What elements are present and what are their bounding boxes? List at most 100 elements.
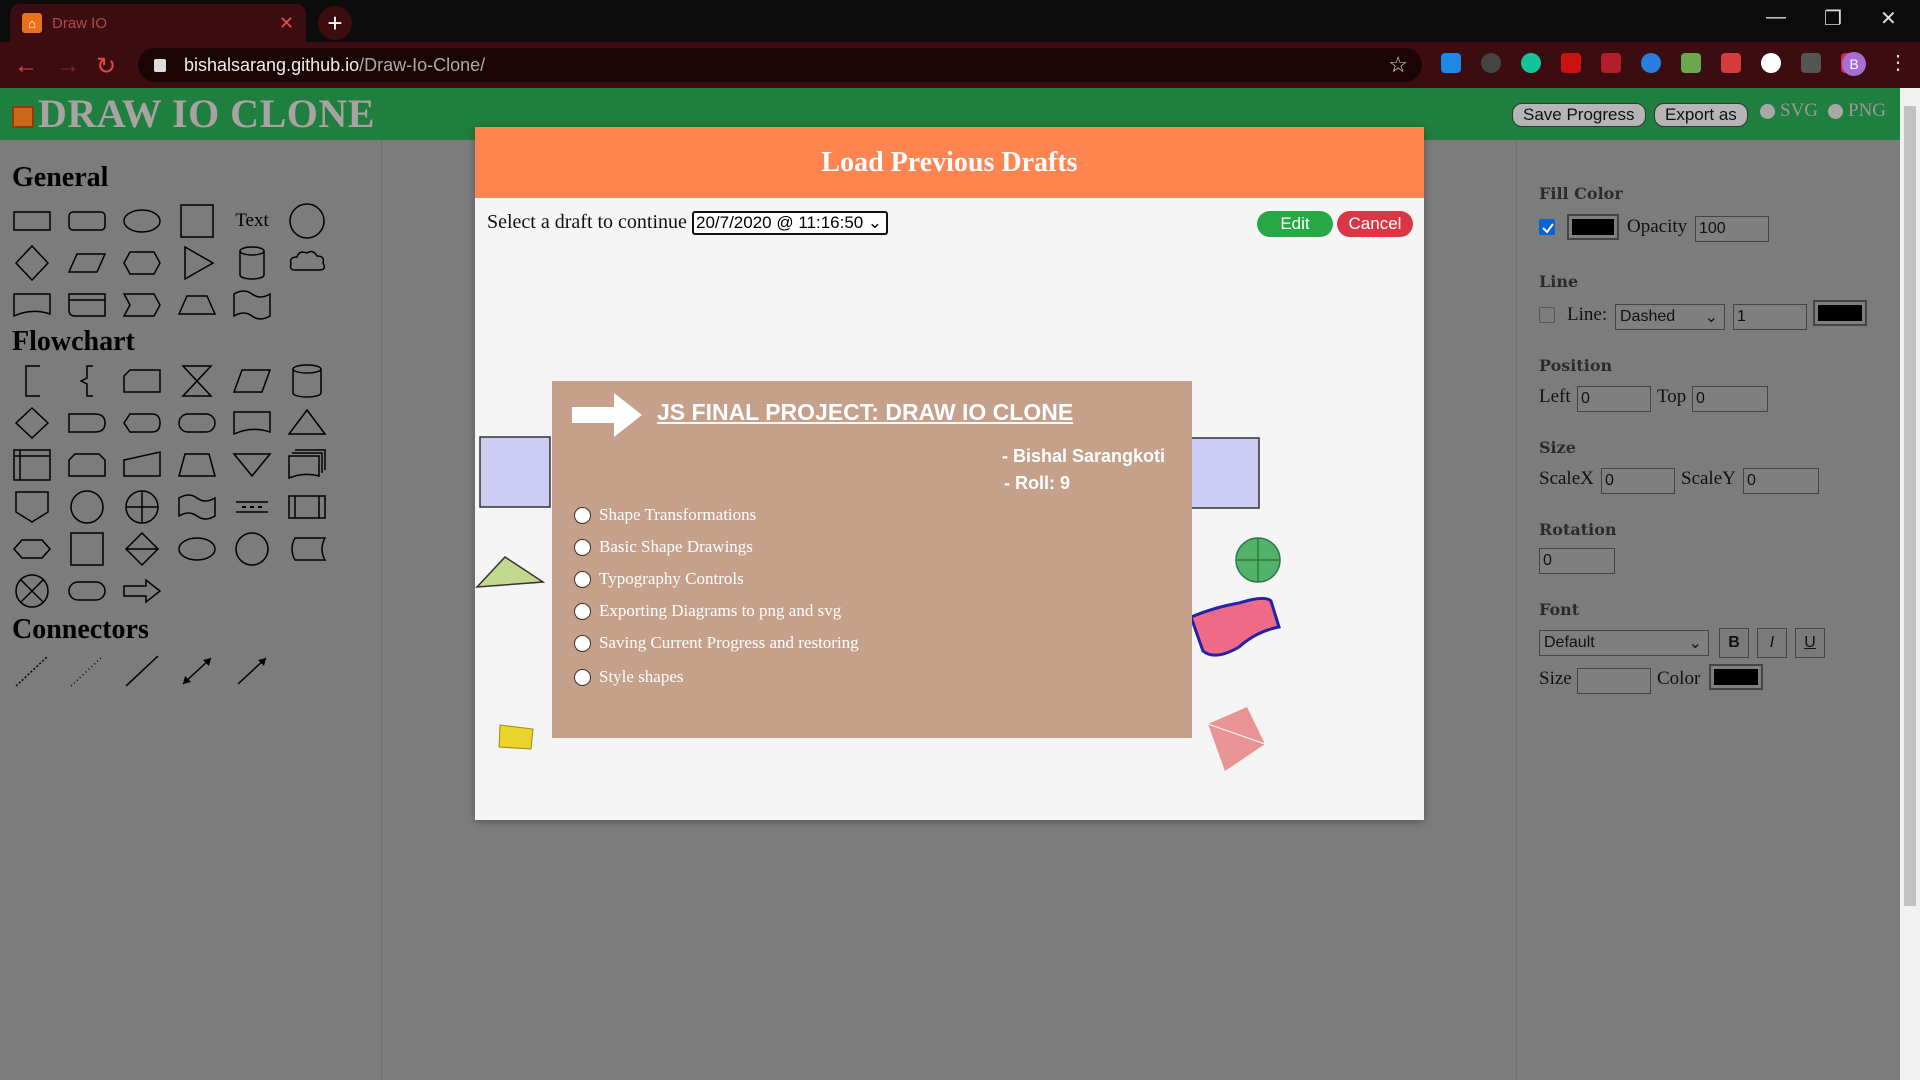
hexagon-shape[interactable] [120,244,164,282]
restore-icon[interactable]: ❐ [1824,6,1842,31]
summing-junction-shape[interactable] [10,572,54,610]
bookmark-star-icon[interactable]: ☆ [1388,52,1408,78]
ellipse-shape[interactable] [120,202,164,240]
export-svg-radio[interactable] [1760,104,1775,119]
minimize-icon[interactable]: — [1766,6,1786,29]
step-shape[interactable] [120,286,164,324]
rounded-rectangle-shape[interactable] [65,202,109,240]
underline-button[interactable]: U [1795,628,1825,658]
extract-shape[interactable] [285,404,329,442]
arrow-shape[interactable] [120,572,164,610]
paper-tape-shape[interactable] [175,488,219,526]
manual-input-shape[interactable] [120,446,164,484]
ublock-icon[interactable] [1601,53,1621,73]
back-icon[interactable]: ← [14,52,38,80]
opacity-input[interactable]: 100 [1695,216,1769,242]
display-shape[interactable] [120,404,164,442]
loop-limit-shape[interactable] [65,446,109,484]
data-shape[interactable] [230,362,274,400]
export-png-radio[interactable] [1828,104,1843,119]
rotation-input[interactable]: 0 [1539,548,1615,574]
merge-shape[interactable] [230,446,274,484]
close-tab-icon[interactable]: ✕ [279,13,294,34]
doc-shape[interactable] [230,404,274,442]
browser-tab[interactable]: ⌂ Draw IO ✕ [10,4,306,42]
terminal-shape[interactable] [65,572,109,610]
parallel-mode-shape[interactable] [230,488,274,526]
profile-avatar[interactable]: B [1842,52,1866,76]
extension-blue-icon[interactable] [1641,53,1661,73]
url-field[interactable]: bishalsarang.github.io/Draw-Io-Clone/ ☆ [138,48,1422,82]
dashed-line-connector[interactable] [65,652,109,690]
annotation-shape[interactable] [10,362,54,400]
diamond-shape[interactable] [10,244,54,282]
edit-button[interactable]: Edit [1257,211,1333,237]
top-input[interactable]: 0 [1692,386,1768,412]
decision-shape[interactable] [10,404,54,442]
process-shape[interactable] [65,530,109,568]
sort-shape[interactable] [120,530,164,568]
rectangle-shape[interactable] [10,202,54,240]
cloud-shape[interactable] [285,244,329,282]
browser-menu-icon[interactable]: ⋮ [1888,50,1908,75]
export-as-button[interactable]: Export as [1654,103,1748,127]
brace-shape[interactable] [65,362,109,400]
line-color-picker[interactable] [1813,300,1867,326]
close-window-icon[interactable]: ✕ [1880,6,1897,31]
extension-diamond-icon[interactable] [1761,53,1781,73]
reload-icon[interactable]: ↻ [96,52,116,81]
line-checkbox[interactable] [1539,307,1555,323]
extension-red-icon[interactable] [1561,53,1581,73]
tape-shape[interactable] [230,286,274,324]
extension-dots-icon[interactable] [1801,53,1821,73]
grammarly-icon[interactable] [1521,53,1541,73]
fill-color-picker[interactable] [1567,214,1619,240]
preparation-shape[interactable] [10,530,54,568]
collate-shape[interactable] [175,362,219,400]
scalex-input[interactable]: 0 [1601,468,1675,494]
font-family-select[interactable]: Default ⌄ [1539,630,1709,656]
start-ellipse-shape[interactable] [175,530,219,568]
square-shape[interactable] [175,202,219,240]
document-shape[interactable] [10,286,54,324]
extension-book-icon[interactable] [1721,53,1741,73]
triangle-shape[interactable] [175,244,219,282]
font-size-input[interactable] [1577,668,1651,694]
internal-storage-shape[interactable] [65,286,109,324]
left-input[interactable]: 0 [1577,386,1651,412]
terminator-shape[interactable] [175,404,219,442]
cancel-button[interactable]: Cancel [1337,211,1413,237]
multi-document-shape[interactable] [285,446,329,484]
text-shape[interactable]: Text [230,202,274,240]
card-shape[interactable] [120,362,164,400]
delay-shape[interactable] [65,404,109,442]
dotted-line-connector[interactable] [10,652,54,690]
fill-color-checkbox[interactable] [1539,219,1555,235]
italic-button[interactable]: I [1757,628,1787,658]
new-tab-button[interactable]: + [318,6,352,40]
line-width-input[interactable]: 1 [1733,304,1807,330]
extension-w-icon[interactable] [1481,53,1501,73]
predefined-process-shape[interactable] [285,488,329,526]
bold-button[interactable]: B [1719,628,1749,658]
trapezoid-shape[interactable] [175,286,219,324]
internal-storage-2-shape[interactable] [10,446,54,484]
draft-select[interactable]: 20/7/2020 @ 11:16:50 ⌄ [692,211,888,235]
line-connector[interactable] [120,652,164,690]
font-color-picker[interactable] [1709,664,1763,690]
double-arrow-connector[interactable] [175,652,219,690]
forward-icon[interactable]: → [56,52,80,80]
connector-circle-shape[interactable] [230,530,274,568]
line-style-select[interactable]: Dashed ⌄ [1615,304,1725,330]
page-scrollbar[interactable] [1900,88,1920,1080]
stored-data-shape[interactable] [285,530,329,568]
scaley-input[interactable]: 0 [1743,468,1819,494]
or-shape[interactable] [120,488,164,526]
save-progress-button[interactable]: Save Progress [1512,103,1646,127]
off-page-shape[interactable] [10,488,54,526]
manual-operation-shape[interactable] [175,446,219,484]
parallelogram-shape[interactable] [65,244,109,282]
arrow-connector[interactable] [230,652,274,690]
on-page-shape[interactable] [65,488,109,526]
scrollbar-thumb[interactable] [1904,106,1916,906]
